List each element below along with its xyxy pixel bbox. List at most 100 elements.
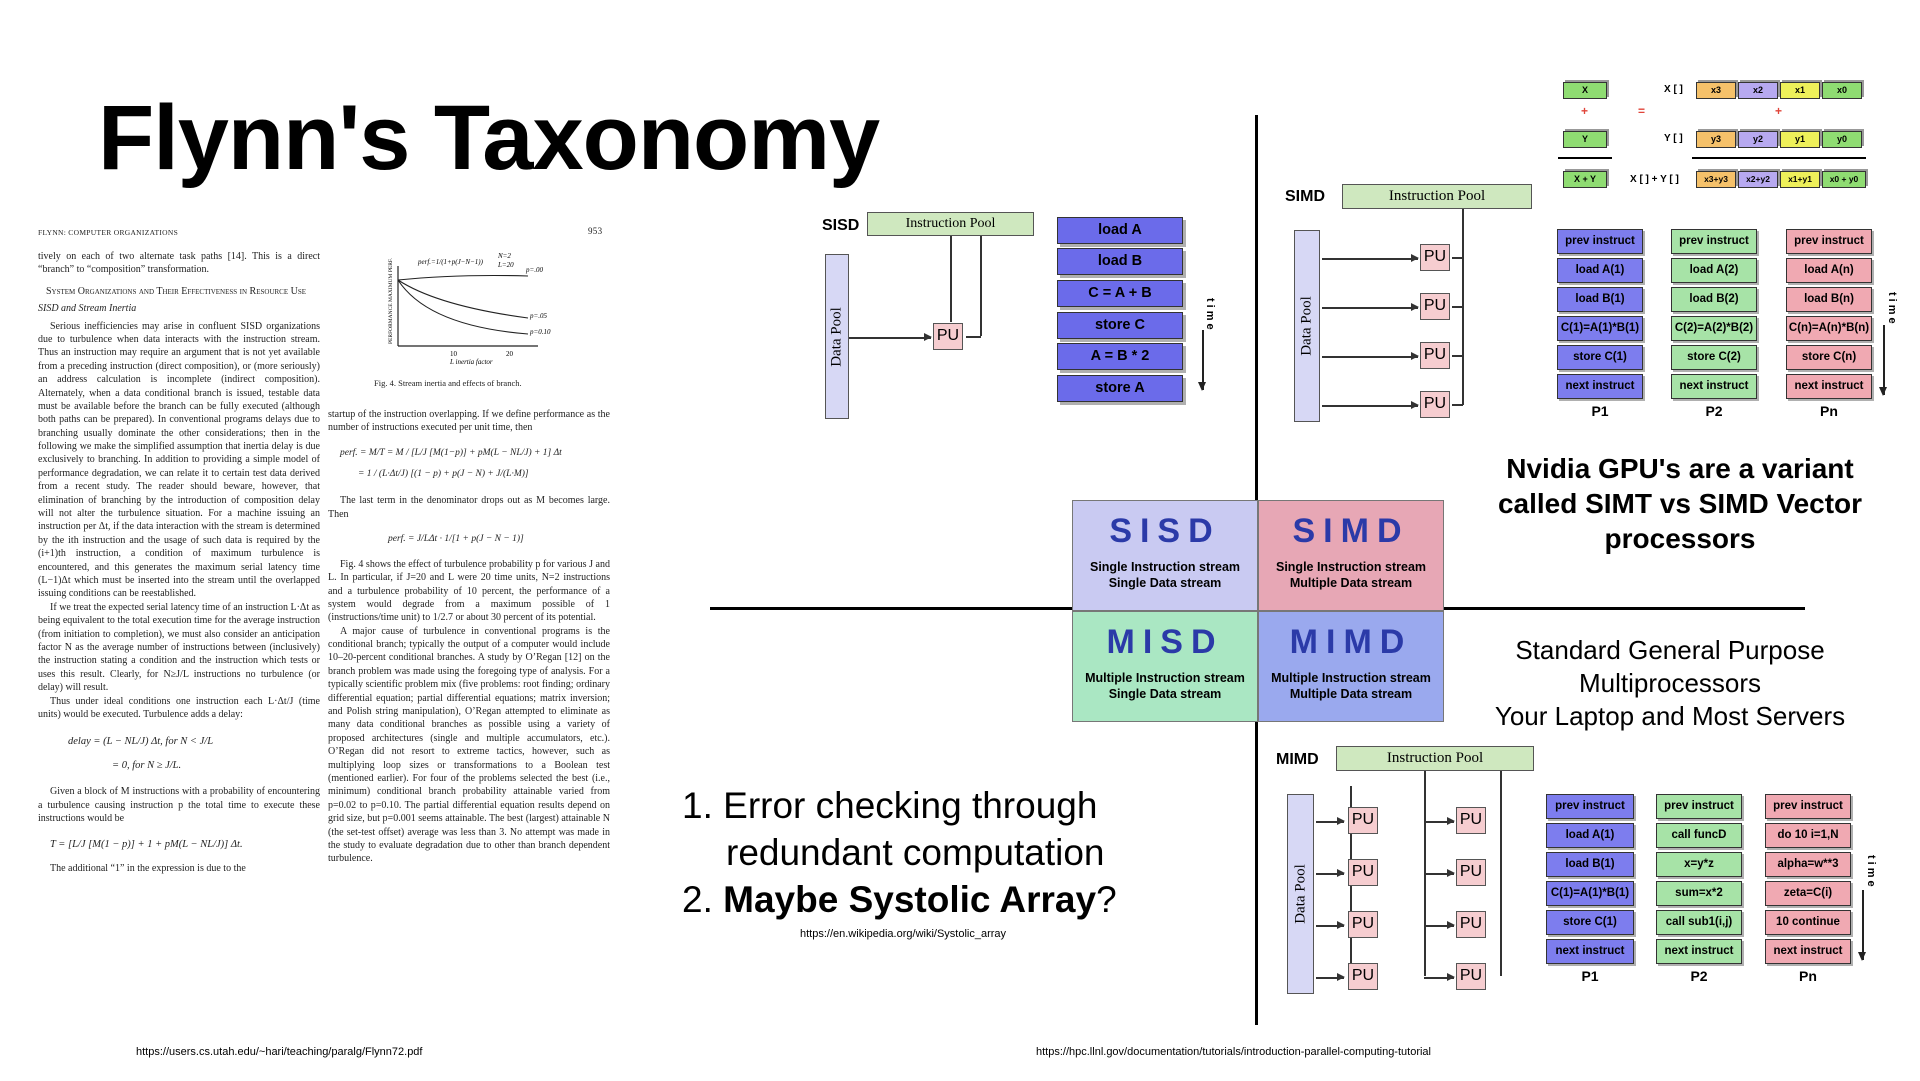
vector-y-cell: y0 (1822, 131, 1862, 148)
quadrant-simd: SIMD Single Instruction stream Multiple … (1258, 500, 1444, 611)
quadrant-line: Multiple Instruction stream (1271, 671, 1431, 686)
vector-x-cell: x3 (1696, 82, 1736, 99)
mimd-processing-unit: PU (1348, 859, 1378, 886)
mimd-cell: prev instruct (1656, 794, 1742, 819)
paper-paragraph: The last term in the denominator drops o… (328, 495, 610, 520)
simd-cell: store C(1) (1557, 345, 1643, 370)
vector-sum-cell: x2+y2 (1738, 171, 1778, 188)
processor-label: Pn (1799, 968, 1817, 984)
sisd-instr-line (980, 236, 982, 336)
paper-intro: tively on each of two alternate task pat… (38, 251, 320, 276)
quadrant-line: Single Data stream (1108, 576, 1222, 591)
mimd-data-arrow (1316, 818, 1345, 824)
systolic-array-link[interactable]: https://en.wikipedia.org/wiki/Systolic_a… (800, 928, 1006, 940)
simd-cell: load B(n) (1786, 287, 1872, 312)
mimd-cell: next instruct (1656, 939, 1742, 964)
mimd-data-arrow (1424, 870, 1455, 876)
mimd-cell: call sub1(i,j) (1656, 910, 1742, 935)
simd-column-p1: prev instruct load A(1) load B(1) C(1)=A… (1557, 229, 1643, 419)
mimd-data-arrow (1316, 922, 1345, 928)
simd-column-pn: prev instruct load A(n) load B(n) C(n)=A… (1786, 229, 1872, 419)
mimd-data-arrow (1316, 974, 1345, 980)
sisd-data-arrow (849, 334, 932, 340)
paper-source-link[interactable]: https://users.cs.utah.edu/~hari/teaching… (136, 1046, 422, 1058)
simd-data-pool: Data Pool (1294, 230, 1320, 422)
simd-cell: prev instruct (1557, 229, 1643, 254)
mimd-data-arrow (1424, 974, 1455, 980)
vector-sum-label: X [ ] + Y [ ] (1630, 174, 1679, 185)
mimd-cell: zeta=C(i) (1765, 881, 1851, 906)
simd-cell: load B(1) (1557, 287, 1643, 312)
mimd-processing-unit: PU (1456, 807, 1486, 834)
mimd-time-arrow (1859, 890, 1865, 961)
mimd-label: MIMD (1276, 751, 1319, 768)
paper-section-title: System Organizations and Their Effective… (46, 285, 306, 297)
vector-sum-cell: x1+y1 (1780, 171, 1820, 188)
simd-cell: prev instruct (1671, 229, 1757, 254)
mimd-description-line: Standard General Purpose (1515, 635, 1825, 665)
mimd-cell: C(1)=A(1)*B(1) (1546, 881, 1634, 906)
figure-xlabel: L inertia factor (449, 358, 493, 366)
paper-paragraph: Fig. 4 shows the effect of turbulence pr… (328, 558, 610, 624)
quadrant-line: Single Data stream (1108, 687, 1222, 702)
mimd-cell: call funcD (1656, 823, 1742, 848)
figure-top-note: perf.=1/(1+p(J−N−1)) (417, 258, 484, 266)
quadrant-abbr: MIMD (1289, 623, 1413, 661)
quadrant-line: Multiple Instruction stream (1085, 671, 1245, 686)
simd-time-arrow (1880, 325, 1886, 396)
mimd-cell: load A(1) (1546, 823, 1634, 848)
simd-cell: C(2)=A(2)*B(2) (1671, 316, 1757, 341)
mimd-description-line: Your Laptop and Most Servers (1494, 701, 1846, 731)
mimd-column-p2: prev instruct call funcD x=y*z sum=x*2 c… (1656, 794, 1742, 984)
list-text: Error checking through (723, 785, 1098, 826)
vector-y-scalar: Y (1563, 131, 1607, 148)
quadrant-line: Multiple Data stream (1289, 687, 1413, 702)
mimd-cell: x=y*z (1656, 852, 1742, 877)
quadrant-misd: MISD Multiple Instruction stream Single … (1072, 611, 1258, 722)
sisd-label: SISD (822, 217, 860, 234)
simd-label: SIMD (1285, 188, 1325, 205)
simd-processing-unit: PU (1420, 293, 1450, 320)
simd-data-arrow (1322, 255, 1419, 261)
curve-label: p=.00 (525, 266, 543, 274)
vector-plus: + (1775, 104, 1783, 118)
delay-formula-2: = 0, for N ≥ J/L. (112, 760, 182, 772)
simd-cell: prev instruct (1786, 229, 1872, 254)
simd-cell: load A(n) (1786, 258, 1872, 283)
processor-label: P1 (1581, 968, 1599, 984)
perf-formula-2: = 1 / (L·Δt/J) [(1 − p) + p(J − N) + J/(… (358, 468, 529, 479)
figure-ylabel: PERFORMANCE MAXIMUM PERF. (388, 257, 394, 344)
simd-cell: next instruct (1786, 374, 1872, 399)
mimd-column-pn: prev instruct do 10 i=1,N alpha=w**3 zet… (1765, 794, 1851, 984)
sisd-instr-line (950, 236, 952, 322)
paper-paragraph: A major cause of turbulence in conventio… (328, 625, 610, 865)
sisd-instruction-pool: Instruction Pool (867, 212, 1034, 236)
mimd-processing-unit: PU (1456, 859, 1486, 886)
simd-instr-line (1452, 404, 1463, 406)
mimd-data-arrow (1424, 922, 1455, 928)
mimd-cell: store C(1) (1546, 910, 1634, 935)
mimd-time-label: time (1865, 855, 1877, 890)
sisd-time-label: time (1204, 298, 1216, 333)
list-item: 2. Maybe Systolic Array? (682, 876, 1117, 923)
mimd-processing-unit: PU (1456, 963, 1486, 990)
tutorial-source-link[interactable]: https://hpc.llnl.gov/documentation/tutor… (1036, 1046, 1431, 1058)
slide-title: Flynn's Taxonomy (98, 87, 880, 189)
vector-x-scalar: X (1563, 82, 1607, 99)
figure-xtick: 20 (506, 350, 514, 358)
mimd-cell: alpha=w**3 (1765, 852, 1851, 877)
paper-paragraph: Given a block of M instructions with a p… (38, 786, 320, 825)
perf-formula-3: perf. = J/LΔt · 1/[1 + p(J − N − 1)] (388, 534, 524, 544)
mimd-cell: next instruct (1765, 939, 1851, 964)
mimd-data-arrow (1316, 870, 1345, 876)
quadrant-abbr: SIMD (1292, 512, 1410, 550)
mimd-data-arrow (1424, 818, 1455, 824)
simd-cell: load B(2) (1671, 287, 1757, 312)
processor-label: Pn (1820, 403, 1838, 419)
simd-data-arrow (1322, 402, 1419, 408)
list-number: 1. (682, 785, 713, 826)
simd-cell: load A(1) (1557, 258, 1643, 283)
delay-formula-1: delay = (L − NL/J) Δt, for N < J/L (68, 736, 214, 748)
mimd-column-p1: prev instruct load A(1) load B(1) C(1)=A… (1546, 794, 1634, 984)
vector-equals: = (1638, 104, 1646, 118)
